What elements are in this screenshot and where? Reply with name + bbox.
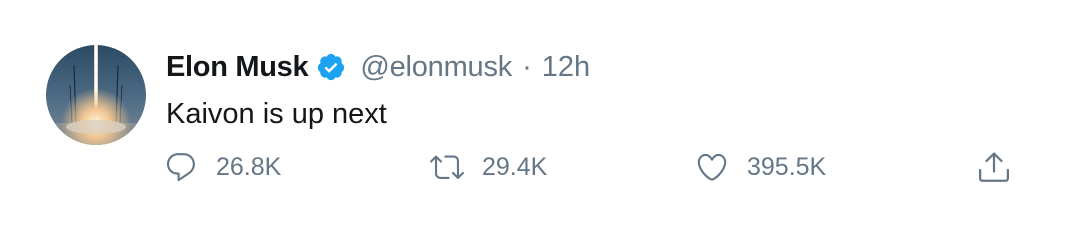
like-button[interactable]: 395.5K xyxy=(695,150,826,184)
tweet-header: Elon Musk @elonmusk · 12h xyxy=(166,47,590,87)
retweet-icon xyxy=(430,150,464,184)
reply-button[interactable]: 26.8K xyxy=(164,150,281,184)
share-button[interactable] xyxy=(976,150,1012,184)
timestamp[interactable]: 12h xyxy=(542,51,590,84)
like-count: 395.5K xyxy=(747,152,827,181)
avatar-image xyxy=(46,45,146,145)
tweet-card[interactable]: Elon Musk @elonmusk · 12h Kaivon is up n… xyxy=(0,0,1086,248)
author-handle[interactable]: @elonmusk xyxy=(360,51,512,84)
separator-dot: · xyxy=(522,50,532,83)
reply-icon xyxy=(164,150,198,184)
tweet-text: Kaivon is up next xyxy=(166,98,387,130)
heart-icon xyxy=(695,150,729,184)
retweet-button[interactable]: 29.4K xyxy=(430,150,547,184)
retweet-count: 29.4K xyxy=(482,152,548,181)
share-icon xyxy=(976,149,1012,185)
author-name[interactable]: Elon Musk xyxy=(166,51,309,84)
reply-count: 26.8K xyxy=(216,152,282,181)
avatar[interactable] xyxy=(46,45,146,145)
verified-badge-icon xyxy=(316,52,346,82)
